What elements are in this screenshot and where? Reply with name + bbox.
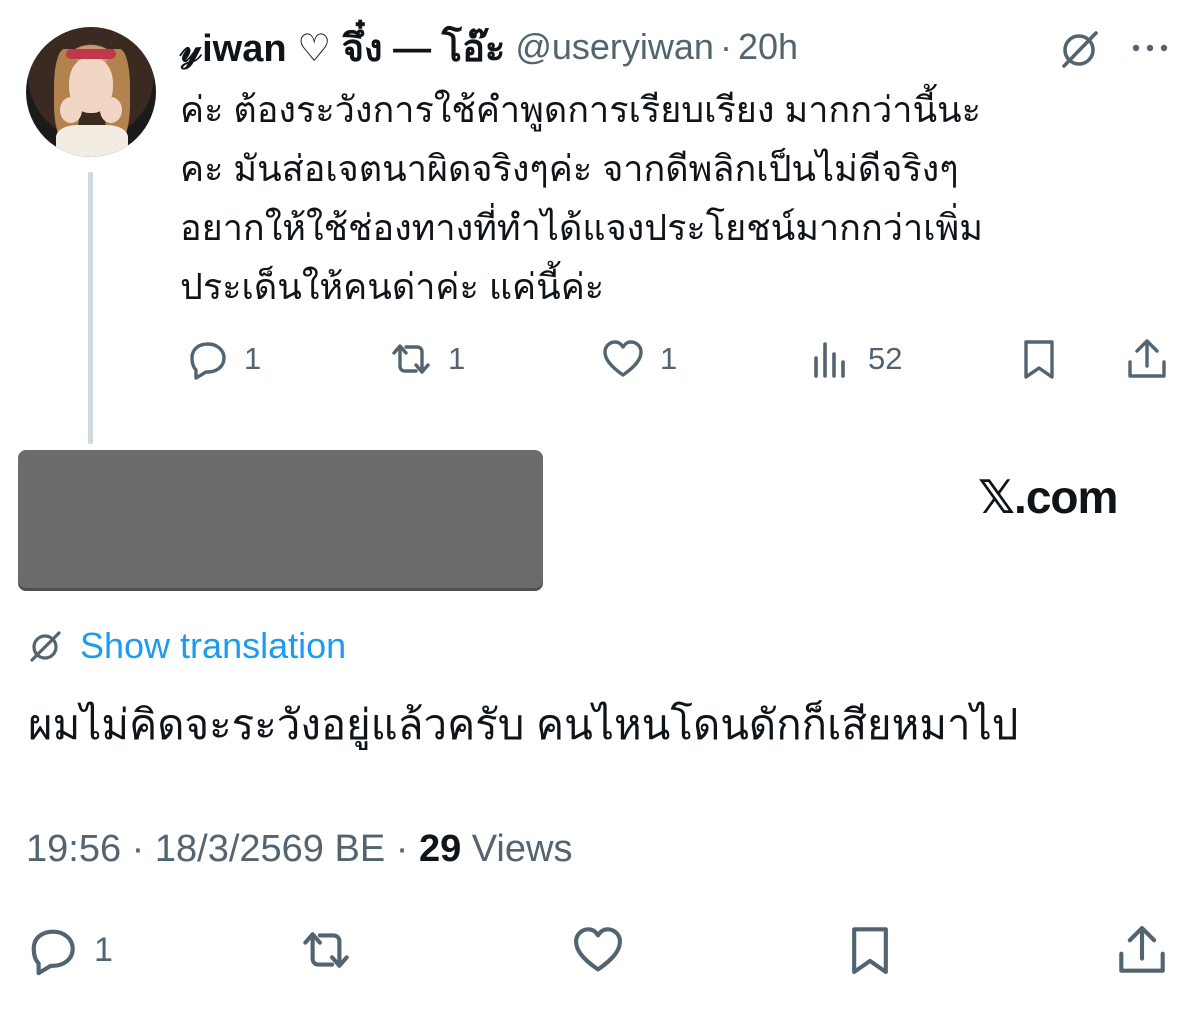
user-handle[interactable]: @useryiwan [515,26,714,68]
avatar[interactable] [26,27,156,157]
show-translation-label[interactable]: Show translation [80,625,346,667]
tweet-text: ค่ะ ต้องระวังการใช้คำพูดการเรียบเรียง มา… [180,80,1160,316]
like-count: 1 [660,341,678,376]
reply-button[interactable]: 1 [24,922,113,978]
bookmark-icon [852,927,888,974]
bookmark-icon [1024,340,1054,379]
reply-count: 1 [94,930,113,969]
tweet-time[interactable]: 20h [738,26,798,68]
globe-slash-icon [30,631,61,662]
more-icon[interactable] [1128,30,1172,66]
show-translation-link[interactable]: Show translation [26,625,346,667]
repost-count: 1 [448,341,466,376]
tweet-meta: 19:56 · 18/3/2569 BE · 29 Views [26,828,572,871]
share-icon [1119,926,1165,973]
views-label: Views [461,828,573,870]
x-watermark: 𝕏.com [978,471,1118,523]
analytics-icon [814,342,845,378]
heart-icon [574,927,622,972]
tweet-text-line: ประเด็นให้คนด่าค่ะ แค่นี้ค่ะ [180,266,605,307]
globe-slash-icon[interactable] [1056,26,1102,72]
views-button[interactable]: 52 [808,336,902,382]
reply-button[interactable]: 1 [184,336,261,382]
share-button[interactable] [1114,922,1170,978]
reply-tweet-text: ผมไม่คิดจะระวังอยู่แล้วครับ คนไหนโดนดักก… [28,701,1019,748]
heart-icon [603,340,643,377]
views-number: 29 [418,828,462,870]
timestamp[interactable]: 19:56 · 18/3/2569 BE · [26,828,419,870]
like-button[interactable]: 1 [600,336,677,382]
like-button[interactable] [570,922,626,978]
thread-connector [88,172,93,444]
tweet-text-line: คะ มันส่อเจตนาผิดจริงๆค่ะ จากดีพลิกเป็นไ… [180,148,959,189]
reply-icon [31,929,75,976]
share-icon [1128,339,1166,378]
tweet-text-line: อยากให้ใช้ช่องทางที่ทำได้แจงประโยชน์มากก… [180,207,983,248]
repost-button[interactable] [298,922,354,978]
redacted-block [18,450,543,588]
repost-icon [392,344,430,374]
tweet-header: 𝓎iwan ♡ จึ๋ง — โอ๊ะ @useryiwan · 20h [180,24,798,70]
share-button[interactable] [1124,336,1170,382]
bookmark-button[interactable] [842,922,898,978]
bookmark-button[interactable] [1016,336,1062,382]
tweet-text-line: ค่ะ ต้องระวังการใช้คำพูดการเรียบเรียง มา… [180,89,981,130]
views-count: 52 [868,341,903,376]
header-separator: · [719,26,732,67]
display-name[interactable]: 𝓎iwan ♡ จึ๋ง — โอ๊ะ [180,17,505,78]
reply-count: 1 [244,341,262,376]
reply-icon [190,342,226,380]
repost-icon [303,932,349,968]
repost-button[interactable]: 1 [388,336,465,382]
